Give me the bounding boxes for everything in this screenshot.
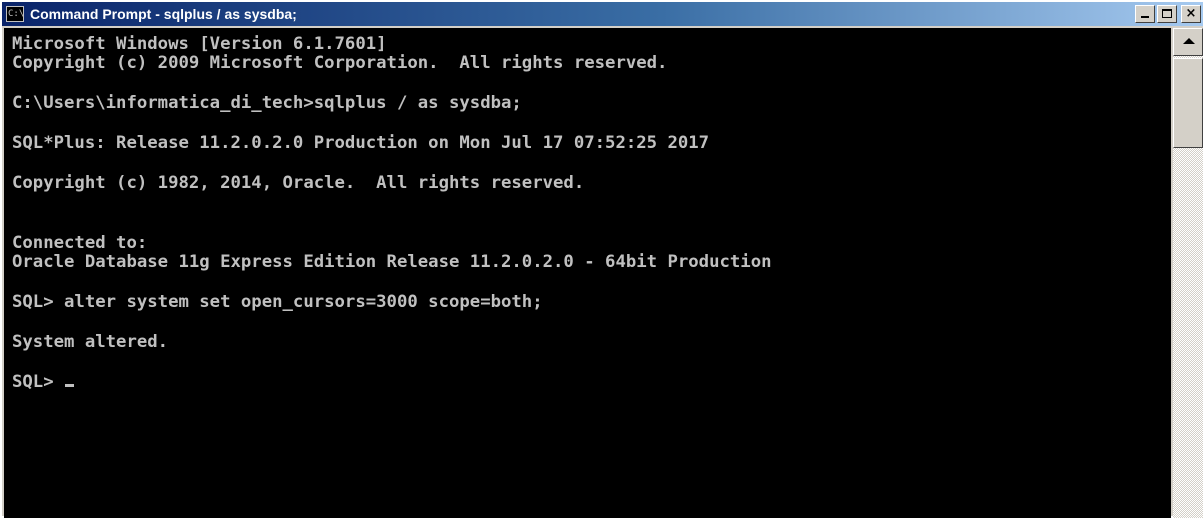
title-bar[interactable]: C:\ Command Prompt - sqlplus / as sysdba…	[2, 2, 1203, 26]
console-prompt: SQL>	[12, 372, 65, 392]
minimize-button[interactable]	[1135, 5, 1155, 23]
console-prompt-line: SQL>	[12, 372, 75, 392]
console-output[interactable]: Microsoft Windows [Version 6.1.7601] Cop…	[4, 28, 1171, 518]
console-line: Connected to:	[12, 233, 148, 253]
window-title: Command Prompt - sqlplus / as sysdba;	[30, 6, 297, 22]
vertical-scrollbar[interactable]	[1173, 28, 1203, 518]
console-line: System altered.	[12, 332, 169, 352]
command-prompt-icon[interactable]: C:\	[6, 6, 24, 22]
close-button[interactable]: ×	[1181, 5, 1201, 23]
command-prompt-window: C:\ Command Prompt - sqlplus / as sysdba…	[0, 0, 1203, 518]
minimize-icon	[1141, 16, 1149, 18]
console-line: Microsoft Windows [Version 6.1.7601]	[12, 34, 387, 54]
scroll-up-arrow-icon	[1183, 38, 1195, 44]
console-line: C:\Users\informatica_di_tech>sqlplus / a…	[12, 93, 522, 113]
console-line: Copyright (c) 2009 Microsoft Corporation…	[12, 53, 668, 73]
close-icon: ×	[1185, 6, 1197, 21]
console-line: Copyright (c) 1982, 2014, Oracle. All ri…	[12, 173, 585, 193]
window-controls: ×	[1135, 5, 1201, 23]
maximize-icon	[1162, 9, 1172, 18]
scroll-up-button[interactable]	[1173, 28, 1203, 56]
console-line: Oracle Database 11g Express Edition Rele…	[12, 252, 772, 272]
maximize-button[interactable]	[1157, 5, 1177, 23]
console-line: SQL*Plus: Release 11.2.0.2.0 Production …	[12, 133, 710, 153]
text-cursor	[65, 384, 75, 387]
console-line: SQL> alter system set open_cursors=3000 …	[12, 292, 543, 312]
scrollbar-thumb[interactable]	[1173, 58, 1203, 148]
